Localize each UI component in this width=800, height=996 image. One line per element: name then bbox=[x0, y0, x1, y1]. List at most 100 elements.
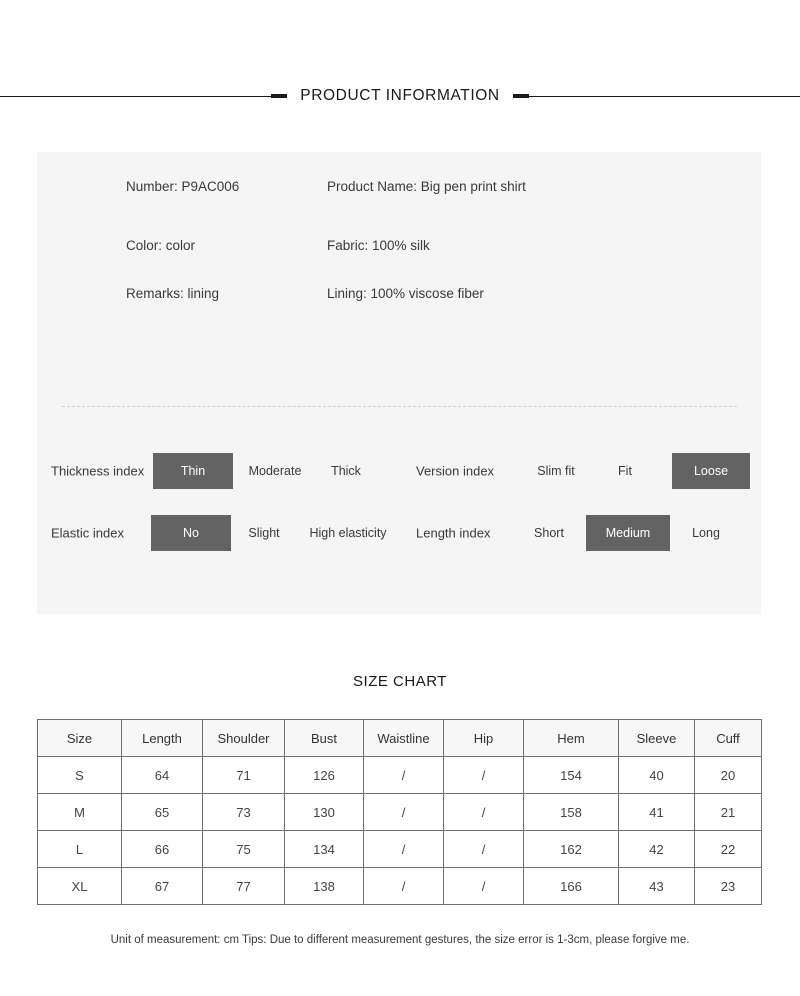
info-cell-right: Fabric: 100% silk bbox=[315, 222, 761, 270]
cell-hem: 158 bbox=[523, 793, 619, 831]
info-row: Remarks: lining Lining: 100% viscose fib… bbox=[37, 270, 761, 318]
cell-shoulder: 75 bbox=[202, 830, 285, 868]
cell-hip: / bbox=[443, 867, 524, 905]
cell-waistline: / bbox=[363, 830, 444, 868]
cell-sleeve: 43 bbox=[618, 867, 695, 905]
info-fabric: Fabric: 100% silk bbox=[327, 238, 430, 253]
elastic-option-slight[interactable]: Slight bbox=[237, 526, 291, 540]
cell-waistline: / bbox=[363, 867, 444, 905]
elastic-option-no[interactable]: No bbox=[151, 515, 231, 551]
cell-cuff: 23 bbox=[694, 867, 762, 905]
header-rule-left bbox=[0, 95, 272, 97]
info-cell-right: Lining: 100% viscose fiber bbox=[315, 270, 761, 318]
divider bbox=[62, 406, 737, 407]
cell-size: M bbox=[37, 793, 122, 831]
cell-size: XL bbox=[37, 867, 122, 905]
cell-length: 67 bbox=[121, 867, 203, 905]
cell-sleeve: 40 bbox=[618, 756, 695, 794]
column-header-waistline: Waistline bbox=[363, 719, 444, 757]
cell-bust: 130 bbox=[284, 793, 364, 831]
section-header: PRODUCT INFORMATION bbox=[0, 82, 800, 110]
cell-hem: 162 bbox=[523, 830, 619, 868]
info-cell-right: Product Name: Big pen print shirt bbox=[315, 152, 761, 222]
cell-hip: / bbox=[443, 793, 524, 831]
info-cell-left: Remarks: lining bbox=[37, 270, 315, 318]
cell-cuff: 21 bbox=[694, 793, 762, 831]
cell-size: L bbox=[37, 830, 122, 868]
length-index-label: Length index bbox=[416, 525, 491, 541]
column-header-shoulder: Shoulder bbox=[202, 719, 285, 757]
version-option-fit[interactable]: Fit bbox=[600, 464, 650, 478]
info-row: Color: color Fabric: 100% silk bbox=[37, 222, 761, 270]
size-chart-table: Size Length Shoulder Bust Waistline Hip … bbox=[37, 719, 762, 905]
column-header-cuff: Cuff bbox=[694, 719, 762, 757]
info-cell-left: Number: P9AC006 bbox=[37, 152, 315, 222]
length-option-short[interactable]: Short bbox=[522, 526, 576, 540]
cell-shoulder: 73 bbox=[202, 793, 285, 831]
thickness-option-thin[interactable]: Thin bbox=[153, 453, 233, 489]
elastic-option-high-elasticity[interactable]: High elasticity bbox=[293, 526, 403, 540]
version-index-label: Version index bbox=[416, 463, 495, 479]
cell-bust: 138 bbox=[284, 867, 364, 905]
table-row: L 66 75 134 / / 162 42 22 bbox=[37, 830, 762, 868]
product-info-grid: Number: P9AC006 Product Name: Big pen pr… bbox=[37, 152, 761, 318]
info-row: Number: P9AC006 Product Name: Big pen pr… bbox=[37, 152, 761, 222]
cell-waistline: / bbox=[363, 793, 444, 831]
column-header-size: Size bbox=[37, 719, 122, 757]
cell-bust: 126 bbox=[284, 756, 364, 794]
column-header-hip: Hip bbox=[443, 719, 524, 757]
version-option-slim-fit[interactable]: Slim fit bbox=[524, 464, 588, 478]
index-area: Thickness index Thin Moderate Thick Vers… bbox=[37, 440, 761, 564]
thickness-index-label: Thickness index bbox=[51, 463, 145, 479]
info-cell-left: Color: color bbox=[37, 222, 315, 270]
cell-hem: 166 bbox=[523, 867, 619, 905]
measurement-footnote: Unit of measurement: cm Tips: Due to dif… bbox=[110, 934, 690, 946]
thickness-option-moderate[interactable]: Moderate bbox=[239, 464, 311, 478]
thickness-index-group: Thickness index Thin Moderate Thick bbox=[37, 440, 402, 502]
column-header-sleeve: Sleeve bbox=[618, 719, 695, 757]
elastic-index-label: Elastic index bbox=[51, 525, 124, 541]
elastic-index-group: Elastic index No Slight High elasticity bbox=[37, 502, 402, 564]
cell-hem: 154 bbox=[523, 756, 619, 794]
cell-size: S bbox=[37, 756, 122, 794]
column-header-hem: Hem bbox=[523, 719, 619, 757]
length-option-long[interactable]: Long bbox=[680, 526, 732, 540]
cell-waistline: / bbox=[363, 756, 444, 794]
version-index-group: Version index Slim fit Fit Loose bbox=[402, 440, 761, 502]
column-header-bust: Bust bbox=[284, 719, 364, 757]
info-color: Color: color bbox=[126, 238, 196, 253]
cell-hip: / bbox=[443, 830, 524, 868]
cell-length: 64 bbox=[121, 756, 203, 794]
table-row: S 64 71 126 / / 154 40 20 bbox=[37, 756, 762, 794]
info-lining: Lining: 100% viscose fiber bbox=[327, 286, 484, 301]
index-row-one: Thickness index Thin Moderate Thick Vers… bbox=[37, 440, 761, 502]
cell-length: 66 bbox=[121, 830, 203, 868]
table-header-row: Size Length Shoulder Bust Waistline Hip … bbox=[37, 719, 762, 757]
header-dash-right-icon bbox=[512, 94, 529, 98]
info-product-name: Product Name: Big pen print shirt bbox=[327, 179, 526, 194]
page-title: PRODUCT INFORMATION bbox=[300, 87, 500, 104]
cell-sleeve: 42 bbox=[618, 830, 695, 868]
thickness-option-thick[interactable]: Thick bbox=[317, 464, 375, 478]
cell-bust: 134 bbox=[284, 830, 364, 868]
info-remarks: Remarks: lining bbox=[126, 286, 220, 301]
column-header-length: Length bbox=[121, 719, 203, 757]
header-rule-right bbox=[528, 95, 800, 97]
product-info-card: Number: P9AC006 Product Name: Big pen pr… bbox=[37, 152, 761, 614]
cell-hip: / bbox=[443, 756, 524, 794]
cell-sleeve: 41 bbox=[618, 793, 695, 831]
cell-shoulder: 77 bbox=[202, 867, 285, 905]
info-number: Number: P9AC006 bbox=[126, 179, 240, 194]
header-dash-left-icon bbox=[271, 94, 288, 98]
index-row-two: Elastic index No Slight High elasticity … bbox=[37, 502, 761, 564]
cell-length: 65 bbox=[121, 793, 203, 831]
size-chart-title: SIZE CHART bbox=[353, 673, 447, 690]
table-row: M 65 73 130 / / 158 41 21 bbox=[37, 793, 762, 831]
table-row: XL 67 77 138 / / 166 43 23 bbox=[37, 867, 762, 905]
version-option-loose[interactable]: Loose bbox=[672, 453, 750, 489]
length-option-medium[interactable]: Medium bbox=[586, 515, 670, 551]
length-index-group: Length index Short Medium Long bbox=[402, 502, 761, 564]
cell-cuff: 20 bbox=[694, 756, 762, 794]
cell-shoulder: 71 bbox=[202, 756, 285, 794]
cell-cuff: 22 bbox=[694, 830, 762, 868]
